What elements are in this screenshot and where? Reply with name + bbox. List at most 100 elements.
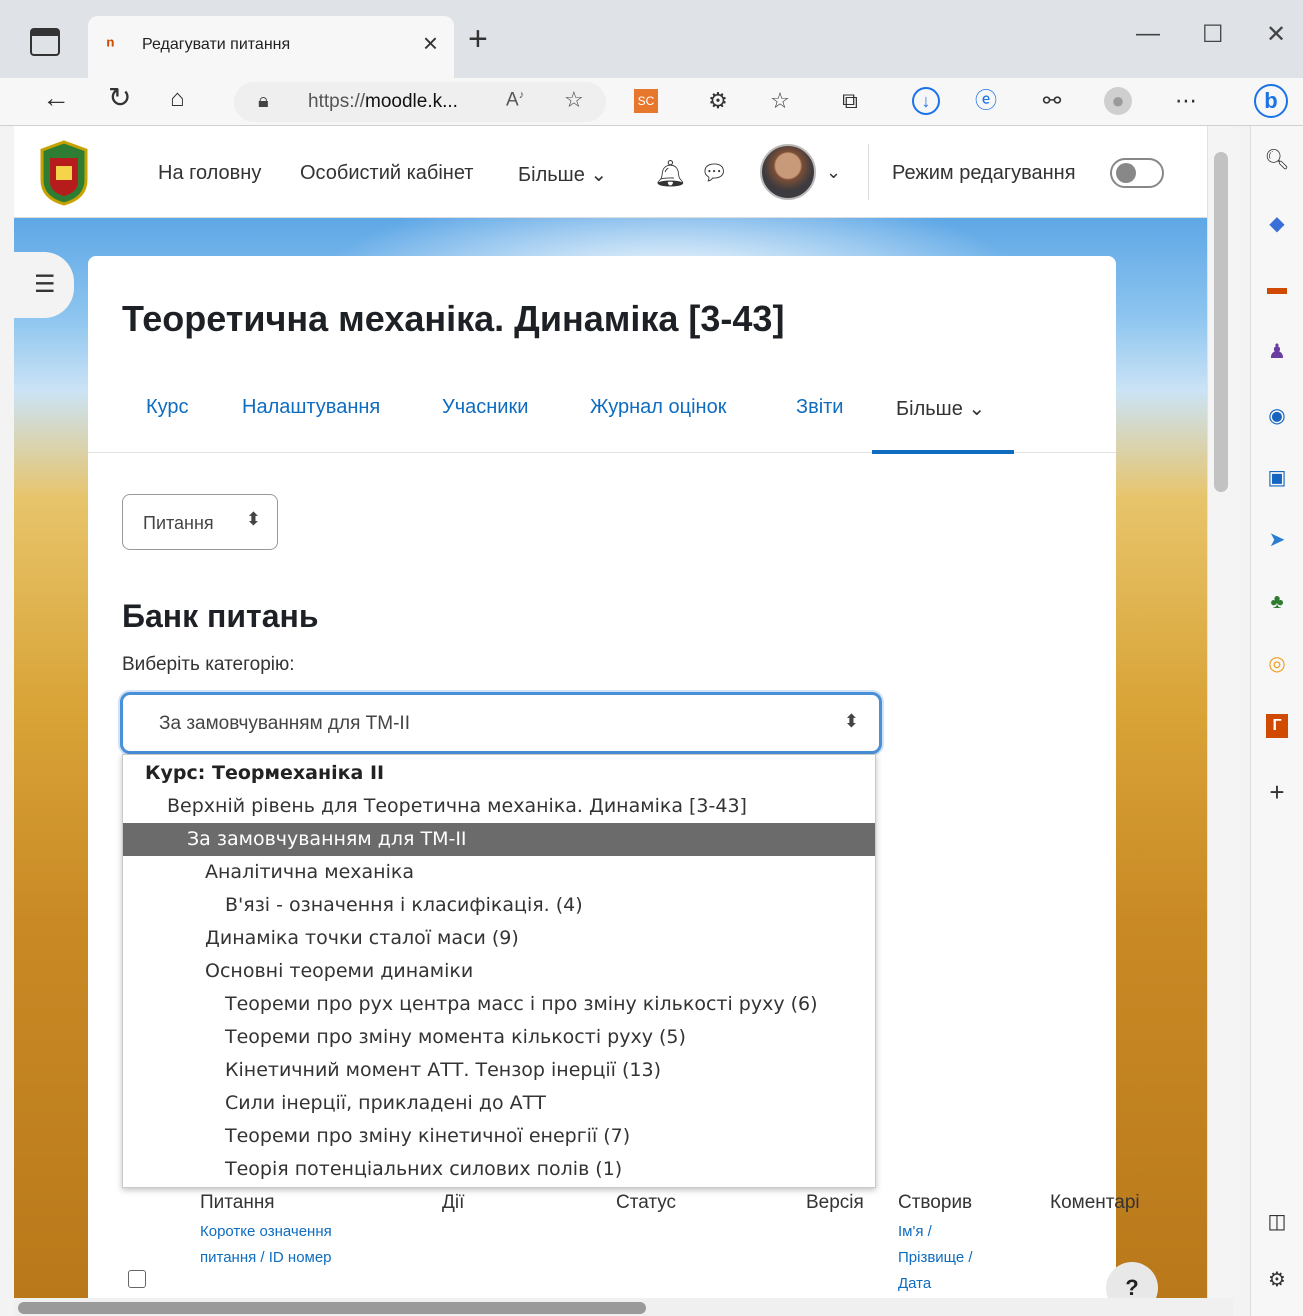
new-tab-icon[interactable]: +: [468, 22, 488, 56]
tab-gradebook[interactable]: Журнал оцінок: [590, 396, 726, 419]
col-created-sort-date[interactable]: Дата: [898, 1270, 931, 1298]
office-icon[interactable]: ◉: [1263, 402, 1291, 430]
favorites-icon[interactable]: ☆: [766, 87, 794, 115]
gramota-icon[interactable]: Г: [1266, 714, 1288, 738]
telegram-icon[interactable]: ➤: [1263, 526, 1291, 554]
more-menu-icon[interactable]: ⋯: [1172, 87, 1200, 115]
category-option[interactable]: Теорія потенціальних силових полів (1): [123, 1153, 875, 1186]
nav-home-link[interactable]: На головну: [158, 162, 261, 185]
horizontal-scrollbar[interactable]: [14, 1298, 1233, 1316]
nav-more-menu[interactable]: Більше ⌄: [518, 162, 607, 187]
col-created-sort-first[interactable]: Ім'я /: [898, 1218, 932, 1246]
browser-titlebar: ⁿ Редагувати питання × + — ☐ ✕: [0, 0, 1303, 78]
col-version-header: Версія: [806, 1192, 864, 1213]
browser-toolbar: ← ↻ ⌂ 🔒︎ https://moodle.k... A♪ ☆ SC ⚙ ☆…: [0, 78, 1303, 126]
tab-course[interactable]: Курс: [146, 396, 189, 419]
browser-tab[interactable]: ⁿ Редагувати питання ×: [88, 16, 454, 78]
category-option[interactable]: Теореми про рух центра масс і про зміну …: [123, 988, 875, 1021]
col-created-header: Створив: [898, 1192, 973, 1213]
category-option[interactable]: Теореми про зміну момента кількості руху…: [123, 1021, 875, 1054]
notifications-bell-icon[interactable]: 🔔︎: [654, 158, 687, 189]
tab-participants[interactable]: Учасники: [442, 396, 528, 419]
category-option[interactable]: Аналітична механіка: [123, 856, 875, 889]
horizontal-scrollbar-thumb[interactable]: [18, 1302, 646, 1314]
settings-gear-icon[interactable]: ⚙: [1263, 1266, 1291, 1294]
hide-sidebar-icon[interactable]: ◫: [1263, 1208, 1291, 1236]
question-bank-nav-value: Питання: [143, 513, 214, 533]
add-sidebar-item-icon[interactable]: +: [1263, 778, 1291, 806]
category-option-selected[interactable]: За замовчуванням для ТМ-II: [123, 823, 875, 856]
outlook-icon[interactable]: ▣: [1263, 464, 1291, 492]
category-select[interactable]: За замовчуванням для ТМ-II ⬍: [120, 692, 882, 754]
col-actions-header: Дії: [442, 1192, 465, 1213]
address-bar[interactable]: 🔒︎ https://moodle.k... A♪ ☆: [234, 82, 606, 122]
edge-ie-icon[interactable]: ⓔ: [972, 87, 1000, 115]
moodle-navbar: На головну Особистий кабінет Більше ⌄ 🔔︎…: [14, 126, 1207, 218]
col-comments-header: Коментарі: [1050, 1192, 1140, 1213]
games-icon[interactable]: ♟: [1263, 338, 1291, 366]
collections-icon[interactable]: ⧉: [836, 87, 864, 115]
category-option[interactable]: В'язі - означення і класифікація. (4): [123, 889, 875, 922]
vertical-scrollbar-thumb[interactable]: [1214, 152, 1228, 492]
messages-chat-icon[interactable]: 💬︎: [700, 160, 728, 186]
page-title: Теоретична механіка. Динаміка [3-43]: [122, 298, 785, 339]
chevron-down-icon[interactable]: ⌄: [826, 162, 841, 183]
moodle-favicon-icon: ⁿ: [106, 32, 115, 57]
category-option[interactable]: Верхній рівень для Теоретична механіка. …: [123, 790, 875, 823]
col-created-sort-last[interactable]: Прізвище /: [898, 1244, 973, 1272]
course-index-drawer-toggle[interactable]: ☰: [14, 252, 74, 318]
category-option[interactable]: Динаміка точки сталої маси (9): [123, 922, 875, 955]
profile-sync-icon[interactable]: ⚯: [1038, 87, 1066, 115]
edit-mode-toggle[interactable]: [1110, 158, 1164, 188]
col-status-header: Статус: [616, 1192, 677, 1213]
navbar-divider: [868, 144, 869, 200]
category-select-value: За замовчуванням для ТМ-II: [159, 713, 410, 734]
question-bank-nav-select[interactable]: Питання ⬍: [122, 494, 278, 550]
lock-icon: 🔒︎: [258, 90, 269, 112]
profile-avatar-icon[interactable]: ●: [1104, 87, 1132, 115]
url-text: https://moodle.k...: [308, 91, 458, 112]
refresh-icon[interactable]: ↻: [108, 84, 131, 112]
extension-sc-icon[interactable]: SC: [634, 89, 658, 113]
add-favorite-icon[interactable]: ☆: [564, 87, 584, 113]
category-option[interactable]: Кінетичний момент АТТ. Тензор інерції (1…: [123, 1054, 875, 1087]
edge-sidebar: 🔍︎ ◆ ▬ ♟ ◉ ▣ ➤ ♣ ◎ Г + ◫ ⚙: [1250, 126, 1303, 1316]
category-option[interactable]: Основні теореми динаміки: [123, 955, 875, 988]
col-question-sort-id[interactable]: питання / ID номер: [200, 1244, 332, 1272]
extensions-icon[interactable]: ⚙: [704, 87, 732, 115]
nav-dashboard-link[interactable]: Особистий кабінет: [300, 162, 473, 185]
category-option: Курс: Теормеханіка II: [145, 762, 385, 784]
downloads-icon[interactable]: ↓: [912, 87, 940, 115]
coin-icon[interactable]: ◎: [1263, 650, 1291, 678]
home-icon[interactable]: ⌂: [170, 87, 185, 111]
read-aloud-icon[interactable]: A♪: [506, 89, 524, 111]
university-logo[interactable]: [36, 140, 92, 206]
tab-reports[interactable]: Звіти: [796, 396, 843, 419]
vertical-scrollbar[interactable]: [1207, 126, 1233, 1298]
search-icon[interactable]: 🔍︎: [1263, 146, 1291, 174]
minimize-icon[interactable]: —: [1136, 20, 1160, 48]
shopping-tag-icon[interactable]: ◆: [1263, 210, 1291, 238]
col-question-sort-name[interactable]: Коротке означення: [200, 1218, 332, 1246]
category-option[interactable]: Сили інерції, прикладені до АТТ: [123, 1087, 875, 1120]
tools-icon[interactable]: ▬: [1263, 274, 1291, 302]
select-all-checkbox[interactable]: [128, 1270, 146, 1288]
category-dropdown-list[interactable]: Курс: Теормеханіка II Верхній рівень для …: [122, 754, 876, 1188]
select-arrows-icon: ⬍: [245, 509, 261, 529]
close-tab-icon[interactable]: ×: [423, 28, 438, 59]
bing-copilot-icon[interactable]: b: [1254, 84, 1288, 118]
tab-actions-icon[interactable]: [30, 28, 60, 56]
category-label: Виберіть категорію:: [122, 654, 295, 675]
edit-mode-label: Режим редагування: [892, 162, 1076, 184]
category-option[interactable]: Теореми про зміну кінетичної енергії (7): [123, 1120, 875, 1153]
tab-more[interactable]: Більше ⌄: [896, 396, 985, 421]
tree-icon[interactable]: ♣: [1263, 588, 1291, 616]
close-window-icon[interactable]: ✕: [1266, 20, 1286, 49]
tab-settings[interactable]: Налаштування: [242, 396, 380, 419]
back-icon[interactable]: ←: [42, 84, 70, 112]
active-tab-indicator: [872, 450, 1014, 454]
col-question-header[interactable]: Питання: [200, 1192, 275, 1214]
select-arrows-icon: ⬍: [843, 711, 859, 731]
maximize-icon[interactable]: ☐: [1202, 20, 1224, 49]
user-avatar[interactable]: [760, 144, 816, 200]
